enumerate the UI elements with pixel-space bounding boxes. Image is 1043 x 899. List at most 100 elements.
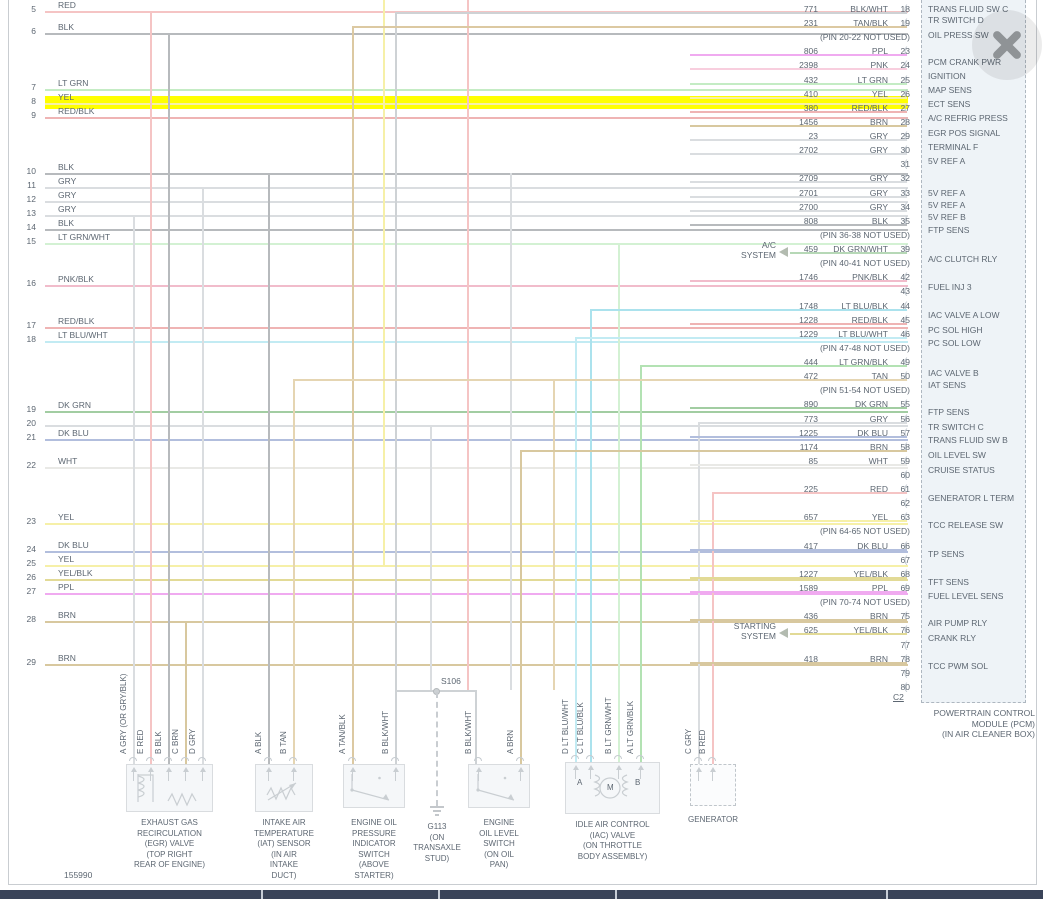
pin-not-used-note: (PIN 36-38 NOT USED) bbox=[819, 230, 910, 240]
left-pin-number: 25 bbox=[26, 558, 36, 568]
component-name-label: (EGR) VALVE bbox=[144, 839, 195, 848]
left-pin-number: 8 bbox=[31, 96, 36, 106]
pin-not-used-note: (PIN 70-74 NOT USED) bbox=[819, 597, 910, 607]
wire-line bbox=[690, 139, 907, 141]
wire-line bbox=[690, 153, 907, 155]
footer-divider bbox=[615, 890, 617, 899]
wire-line bbox=[45, 593, 908, 595]
wire-line bbox=[395, 12, 907, 14]
wire-line bbox=[575, 337, 907, 339]
component-pin-label: D GRY bbox=[188, 728, 197, 754]
pcm-signal-label: TCC RELEASE SW bbox=[928, 520, 1004, 530]
wire-line bbox=[690, 280, 907, 282]
pcm-signal-label: PC SOL LOW bbox=[928, 338, 981, 348]
component-pin-clip bbox=[516, 757, 524, 761]
wire-line bbox=[45, 565, 908, 567]
pcm-signal-label: ECT SENS bbox=[928, 99, 971, 109]
component-pin-clip bbox=[164, 757, 172, 761]
splice-label: S106 bbox=[441, 676, 461, 686]
pcm-signal-label: 5V REF A bbox=[928, 156, 966, 166]
component-pin-arrow bbox=[638, 765, 644, 770]
system-tag-label: SYSTEM bbox=[741, 631, 776, 641]
wire-line-vertical bbox=[352, 26, 354, 764]
component-pin-clip bbox=[198, 757, 206, 761]
component-pin-label: A BRN bbox=[506, 729, 515, 754]
wire-line bbox=[45, 579, 908, 581]
pin-clip: ( bbox=[904, 159, 908, 170]
left-pin-number: 15 bbox=[26, 236, 36, 246]
wire-line bbox=[690, 224, 907, 226]
left-wire-color-label: WHT bbox=[58, 456, 78, 466]
component-pin-label: C BRN bbox=[171, 729, 180, 754]
wire-line-vertical bbox=[510, 173, 512, 690]
pcm-signal-label: TR SWITCH D bbox=[928, 15, 984, 25]
pcm-signal-label: TP SENS bbox=[928, 549, 965, 559]
wire-line bbox=[690, 407, 907, 409]
left-wire-color-label: YEL bbox=[58, 92, 75, 102]
connector-label: C2 bbox=[893, 692, 904, 702]
wire-line bbox=[352, 26, 907, 28]
left-wire-color-label: DK BLU bbox=[58, 428, 89, 438]
pin-clip: ( bbox=[904, 682, 908, 693]
wire-line bbox=[698, 422, 907, 424]
left-wire-color-label: RED bbox=[58, 0, 76, 10]
component-pin-label: B LT GRN/WHT bbox=[604, 697, 613, 754]
component-pin-label: D LT BLU/WHT bbox=[561, 699, 570, 754]
pcm-signal-label: EGR POS SIGNAL bbox=[928, 128, 1001, 138]
close-button[interactable] bbox=[972, 10, 1042, 80]
iac-coil-b-label: B bbox=[635, 778, 641, 787]
wire-line-vertical bbox=[467, 0, 469, 690]
wire-line bbox=[45, 467, 908, 469]
wire-line bbox=[690, 210, 907, 212]
component-pin-clip bbox=[614, 755, 622, 759]
pcm-name-label: MODULE (PCM) bbox=[971, 718, 1035, 729]
component-name-label: (ON OIL bbox=[484, 849, 514, 859]
pcm-signal-label: A/C REFRIG PRESS bbox=[928, 113, 1008, 123]
left-pin-number: 12 bbox=[26, 194, 36, 204]
pcm-signal-label: IAC VALVE B bbox=[928, 368, 979, 378]
wire-line-vertical bbox=[202, 187, 204, 764]
wire-line bbox=[690, 591, 907, 593]
wire-line-vertical bbox=[150, 11, 152, 764]
wire-line bbox=[690, 83, 907, 85]
sheet-number: 155990 bbox=[64, 870, 93, 880]
wire-line-vertical bbox=[168, 33, 170, 764]
wire-line-vertical bbox=[640, 365, 642, 764]
wire-line-vertical bbox=[590, 309, 592, 764]
wire-line-vertical bbox=[475, 690, 477, 764]
wire-line bbox=[293, 379, 907, 381]
left-wire-color-label: GRY bbox=[58, 176, 77, 186]
component-pin-clip bbox=[391, 757, 399, 761]
component-name-label: (IAC) VALVE bbox=[589, 830, 636, 840]
component-name-label: STARTER) bbox=[354, 870, 394, 880]
pcm-signal-label: FUEL INJ 3 bbox=[928, 282, 972, 292]
left-wire-color-label: BLK bbox=[58, 22, 75, 32]
component-name-label: EXHAUST GAS bbox=[141, 818, 198, 827]
pcm-signal-label: MAP SENS bbox=[928, 85, 972, 95]
wire-line bbox=[45, 523, 908, 525]
pcm-signal-label: 5V REF A bbox=[928, 200, 966, 210]
left-wire-color-label: GRY bbox=[58, 204, 77, 214]
pcm-signal-label: GENERATOR L TERM bbox=[928, 493, 1015, 503]
wire-line bbox=[690, 549, 907, 551]
wire-line bbox=[690, 97, 907, 99]
wire-line bbox=[45, 439, 908, 441]
left-wire-color-label: BLK bbox=[58, 218, 75, 228]
pin-clip: ( bbox=[904, 286, 908, 297]
component-name-label: RECIRCULATION bbox=[137, 828, 202, 838]
wire-line bbox=[690, 577, 907, 579]
component-pin-arrow bbox=[616, 765, 622, 770]
component-name-label: ENGINE OIL bbox=[351, 818, 397, 827]
left-pin-number: 27 bbox=[26, 586, 36, 596]
left-pin-number: 10 bbox=[26, 166, 36, 176]
pcm-signal-label: IAT SENS bbox=[928, 380, 966, 390]
left-pin-number: 16 bbox=[26, 278, 36, 288]
left-wire-color-label: YEL bbox=[58, 554, 75, 564]
pcm-signal-label: FTP SENS bbox=[928, 225, 970, 235]
pcm-signal-label: TFT SENS bbox=[928, 577, 969, 587]
left-pin-number: 28 bbox=[26, 614, 36, 624]
component-pin-label: A LT GRN/BLK bbox=[626, 700, 635, 754]
wire-line bbox=[690, 196, 907, 198]
component-name-label: OIL LEVEL bbox=[479, 828, 519, 838]
left-pin-number: 5 bbox=[31, 4, 36, 14]
